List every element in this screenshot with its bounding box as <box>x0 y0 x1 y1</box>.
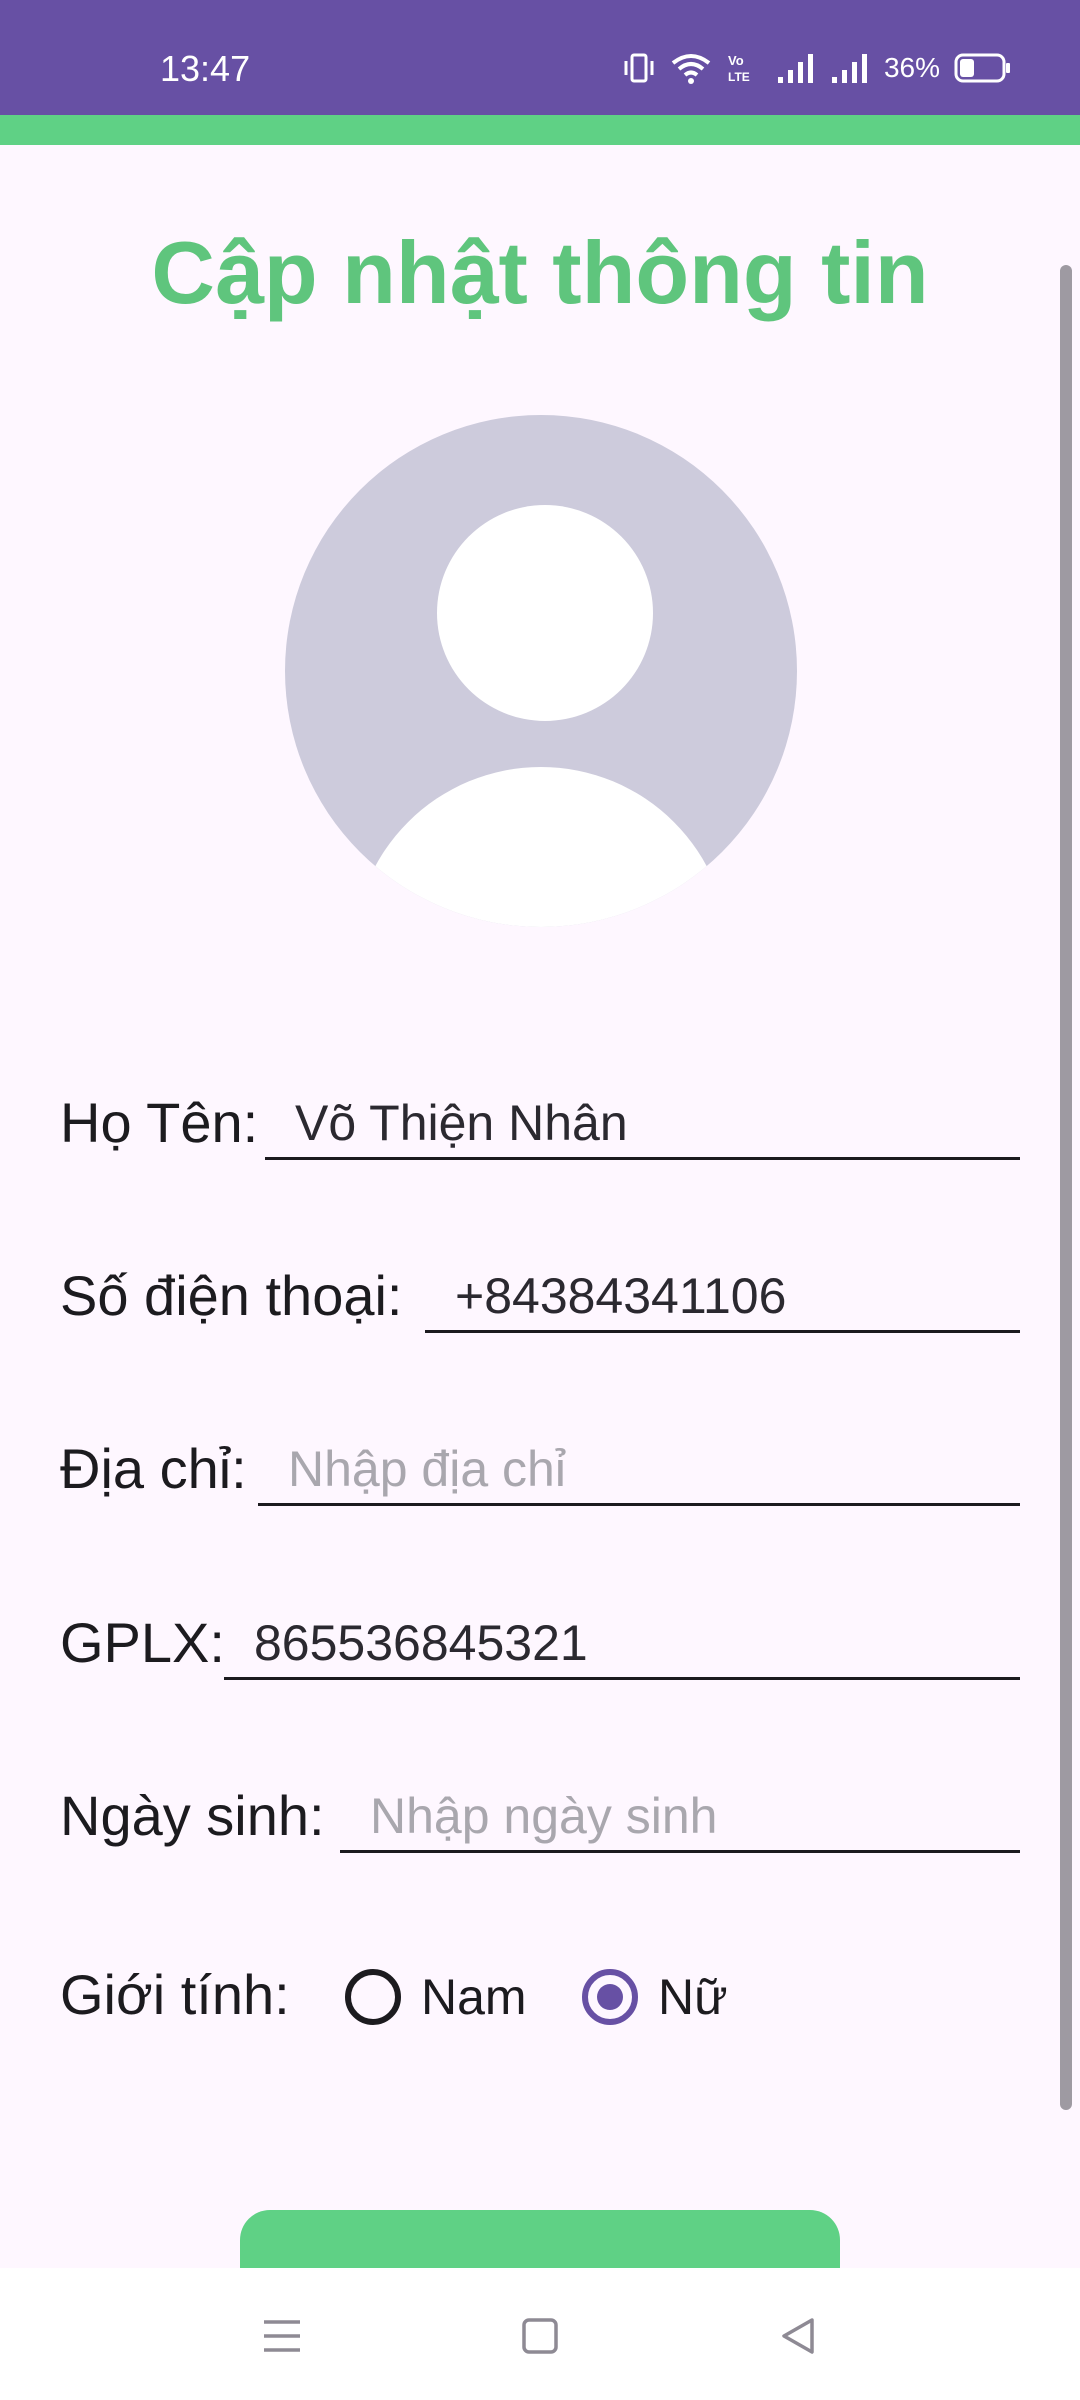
address-label: Địa chỉ: <box>60 1437 247 1500</box>
gender-option-male[interactable]: Nam <box>345 1962 527 2032</box>
birthdate-field[interactable] <box>370 1787 1010 1845</box>
page-title: Cập nhật thông tin <box>151 223 929 322</box>
license-label: GPLX: <box>60 1611 225 1674</box>
back-triangle-icon[interactable] <box>768 2306 828 2366</box>
battery-percent: 36% <box>883 52 940 83</box>
signal-icon <box>776 51 816 85</box>
license-field[interactable] <box>254 1614 1010 1672</box>
status-icons: Vo LTE 36% <box>622 48 1012 88</box>
address-row: Địa chỉ: <box>0 1406 1080 1536</box>
vibrate-icon <box>622 51 656 85</box>
signal-icon <box>830 51 870 85</box>
volte-icon: Vo LTE <box>726 51 762 85</box>
svg-text:Vo: Vo <box>728 53 744 68</box>
name-field[interactable] <box>295 1094 1010 1152</box>
address-field-container <box>258 1406 1020 1506</box>
gender-label: Giới tính: <box>60 1963 290 2026</box>
menu-icon[interactable] <box>252 2306 312 2366</box>
gender-option-label: Nam <box>421 1969 527 2025</box>
accent-strip <box>0 115 1080 145</box>
avatar-body-shape <box>353 767 729 927</box>
birthdate-label: Ngày sinh: <box>60 1784 325 1847</box>
name-field-container <box>265 1060 1020 1160</box>
default-avatar-icon <box>437 505 653 721</box>
radio-checked-icon[interactable] <box>582 1969 638 2025</box>
license-row: GPLX: <box>0 1580 1080 1710</box>
home-square-icon[interactable] <box>510 2306 570 2366</box>
phone-field[interactable] <box>455 1267 1010 1325</box>
wifi-icon <box>670 51 712 85</box>
status-bar: 13:47 Vo LTE 36% <box>0 0 1080 115</box>
gender-option-label: Nữ <box>658 1969 728 2025</box>
birthdate-field-container <box>340 1753 1020 1853</box>
birthdate-row: Ngày sinh: <box>0 1753 1080 1883</box>
license-field-container <box>224 1580 1020 1680</box>
radio-dot <box>597 1984 623 2010</box>
battery-icon <box>954 52 1012 84</box>
radio-unchecked-icon[interactable] <box>345 1969 401 2025</box>
phone-label: Số điện thoại: <box>60 1264 403 1327</box>
status-time: 13:47 <box>160 48 251 89</box>
svg-text:LTE: LTE <box>728 70 750 84</box>
navigation-bar <box>0 2268 1080 2400</box>
avatar[interactable] <box>285 415 797 927</box>
gender-row: Giới tính: Nam Nữ <box>0 1950 1080 2050</box>
name-row: Họ Tên: <box>0 1060 1080 1190</box>
phone-field-container <box>425 1233 1020 1333</box>
name-label: Họ Tên: <box>60 1091 259 1154</box>
gender-option-female[interactable]: Nữ <box>582 1962 728 2032</box>
phone-row: Số điện thoại: <box>0 1233 1080 1363</box>
address-field[interactable] <box>288 1440 1010 1498</box>
